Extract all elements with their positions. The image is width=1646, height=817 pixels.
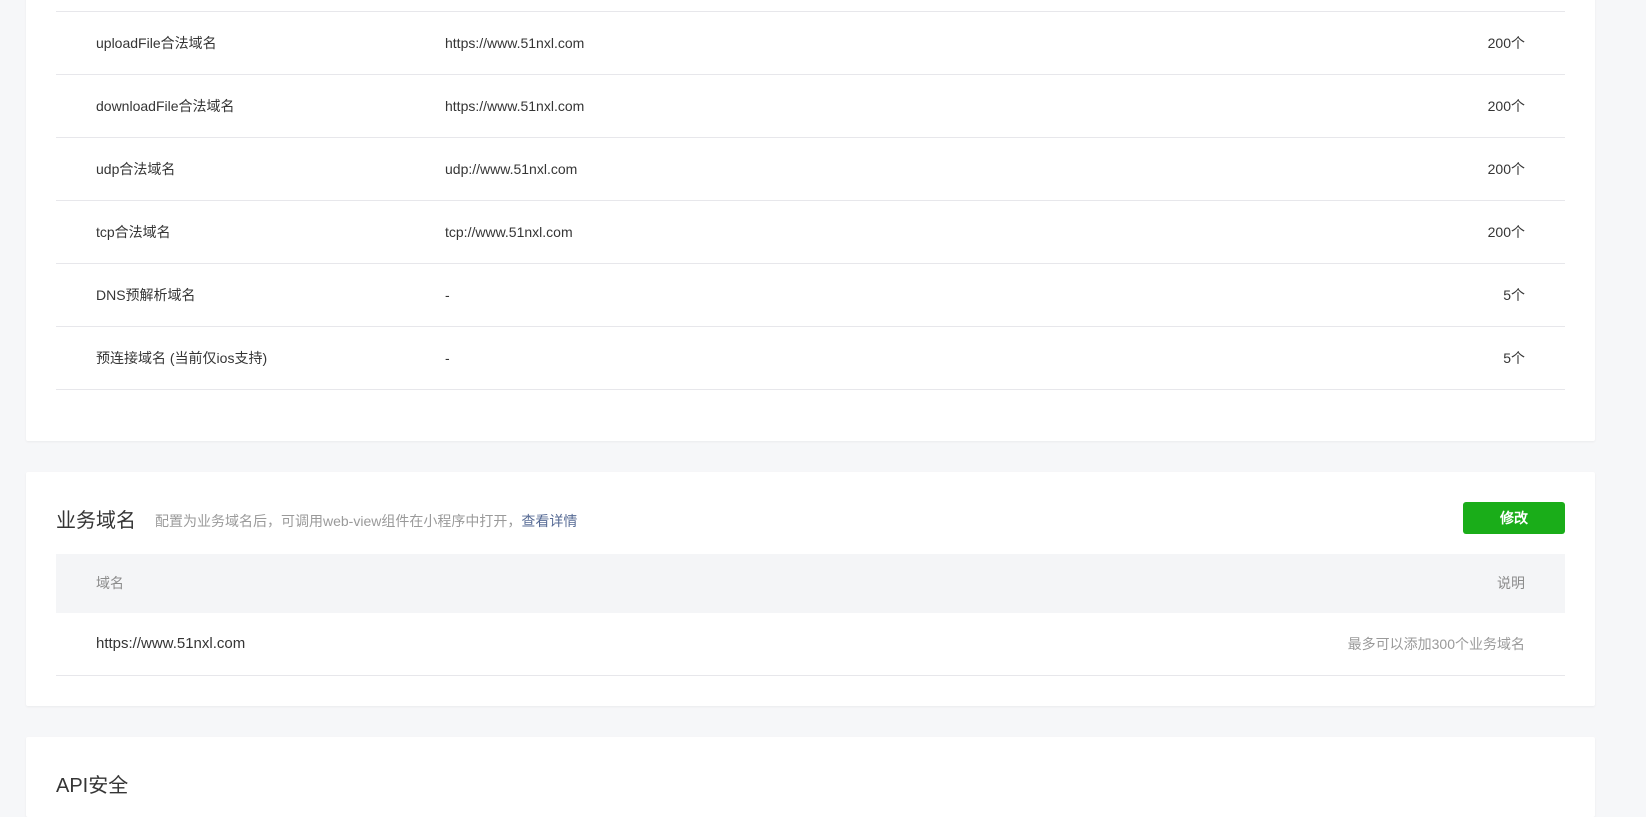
domain-value: - — [445, 287, 450, 303]
server-domain-card: uploadFile合法域名 https://www.51nxl.com 200… — [26, 0, 1595, 441]
domain-row-downloadfile: downloadFile合法域名 https://www.51nxl.com 2… — [56, 75, 1565, 138]
domain-value: tcp://www.51nxl.com — [445, 224, 573, 240]
domain-row-udp: udp合法域名 udp://www.51nxl.com 200个 — [56, 138, 1565, 201]
domain-row-preconnect: 预连接域名 (当前仅ios支持) - 5个 — [56, 327, 1565, 390]
section-title: 业务域名 — [56, 510, 136, 532]
section-title: API安全 — [56, 775, 129, 797]
domain-row-dns-prefetch: DNS预解析域名 - 5个 — [56, 264, 1565, 327]
column-header-domain: 域名 — [96, 575, 124, 591]
section-description-text: 配置为业务域名后，可调用web-view组件在小程序中打开， — [155, 513, 522, 529]
domain-type-label: downloadFile合法域名 — [96, 98, 235, 114]
business-domain-note: 最多可以添加300个业务域名 — [1347, 636, 1525, 652]
business-domain-card: 业务域名 配置为业务域名后，可调用web-view组件在小程序中打开，查看详情 … — [26, 472, 1595, 706]
domain-type-label: udp合法域名 — [96, 161, 176, 177]
domain-limit: 200个 — [1487, 98, 1525, 114]
domain-type-label: uploadFile合法域名 — [96, 35, 217, 51]
business-domain-value: https://www.51nxl.com — [96, 635, 246, 652]
domain-row-tcp: tcp合法域名 tcp://www.51nxl.com 200个 — [56, 201, 1565, 264]
domain-value: https://www.51nxl.com — [445, 35, 585, 51]
api-security-card: API安全 — [26, 737, 1595, 817]
domain-limit: 200个 — [1487, 35, 1525, 51]
domain-limit: 5个 — [1503, 350, 1525, 366]
domain-type-label: DNS预解析域名 — [96, 287, 196, 303]
domain-row-uploadfile: uploadFile合法域名 https://www.51nxl.com 200… — [56, 12, 1565, 75]
domain-limit: 200个 — [1487, 161, 1525, 177]
domain-limit: 5个 — [1503, 287, 1525, 303]
view-details-link[interactable]: 查看详情 — [521, 513, 577, 529]
column-header-description: 说明 — [1497, 575, 1525, 591]
modify-button[interactable]: 修改 — [1463, 502, 1565, 534]
server-domain-list: uploadFile合法域名 https://www.51nxl.com 200… — [56, 11, 1565, 390]
domain-value: udp://www.51nxl.com — [445, 161, 578, 177]
business-domain-table: 域名 说明 https://www.51nxl.com 最多可以添加300个业务… — [56, 554, 1565, 676]
domain-type-label: 预连接域名 (当前仅ios支持) — [96, 350, 268, 366]
section-description: 配置为业务域名后，可调用web-view组件在小程序中打开，查看详情 — [155, 511, 577, 531]
table-row: https://www.51nxl.com 最多可以添加300个业务域名 — [56, 613, 1565, 676]
table-header: 域名 说明 — [56, 554, 1565, 613]
domain-type-label: tcp合法域名 — [96, 224, 171, 240]
domain-value: - — [445, 350, 450, 366]
domain-value: https://www.51nxl.com — [445, 98, 585, 114]
domain-limit: 200个 — [1487, 224, 1525, 240]
